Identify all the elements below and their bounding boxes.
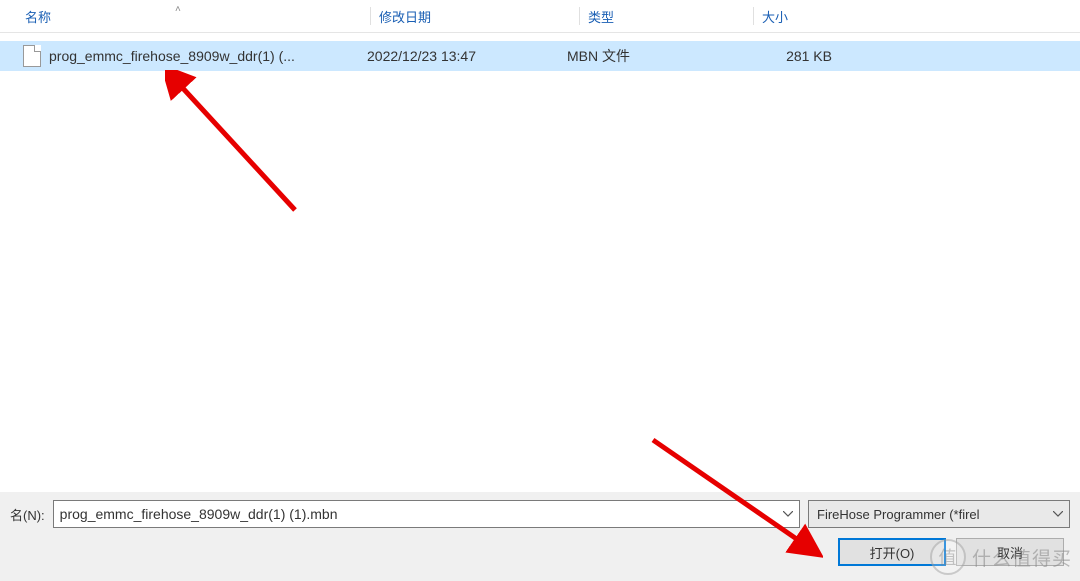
column-size-label: 大小 <box>762 10 788 25</box>
column-header-type[interactable]: 类型 <box>588 7 753 26</box>
column-date-label: 修改日期 <box>379 10 431 25</box>
file-list: prog_emmc_firehose_8909w_ddr(1) (... 202… <box>0 33 1080 71</box>
button-row: 打开(O) 取消 <box>10 538 1070 566</box>
annotation-arrow-icon <box>165 70 325 230</box>
column-separator <box>579 7 580 25</box>
file-date-cell: 2022/12/23 13:47 <box>367 48 567 64</box>
filename-label: 名(N): <box>10 505 45 524</box>
sort-indicator-icon: ˄ <box>175 4 181 15</box>
chevron-down-icon <box>1053 508 1063 520</box>
filename-input[interactable] <box>53 500 800 528</box>
filename-dropdown-button[interactable] <box>777 501 799 527</box>
bottom-panel: 名(N): FireHose Programmer (*firel 打开(O) … <box>0 492 1080 581</box>
file-row[interactable]: prog_emmc_firehose_8909w_ddr(1) (... 202… <box>0 41 1080 71</box>
cancel-button[interactable]: 取消 <box>956 538 1064 566</box>
column-header-date[interactable]: 修改日期 <box>379 7 579 26</box>
column-name-label: 名称 <box>25 10 51 25</box>
filename-row: 名(N): FireHose Programmer (*firel <box>10 500 1070 528</box>
column-header-size[interactable]: 大小 <box>762 7 882 26</box>
filetype-value: FireHose Programmer (*firel <box>817 507 980 522</box>
open-button[interactable]: 打开(O) <box>838 538 946 566</box>
column-type-label: 类型 <box>588 10 614 25</box>
column-separator <box>753 7 754 25</box>
chevron-down-icon <box>783 511 793 517</box>
filetype-select[interactable]: FireHose Programmer (*firel <box>808 500 1070 528</box>
column-header-name[interactable]: 名称 ˄ <box>25 7 370 26</box>
column-separator <box>370 7 371 25</box>
column-header-row: 名称 ˄ 修改日期 类型 大小 <box>0 0 1080 33</box>
file-size-cell: 281 KB <box>732 48 852 64</box>
file-type-cell: MBN 文件 <box>567 46 732 66</box>
filename-combobox <box>53 500 800 528</box>
file-icon <box>23 45 41 67</box>
file-name-cell: prog_emmc_firehose_8909w_ddr(1) (... <box>49 48 367 64</box>
